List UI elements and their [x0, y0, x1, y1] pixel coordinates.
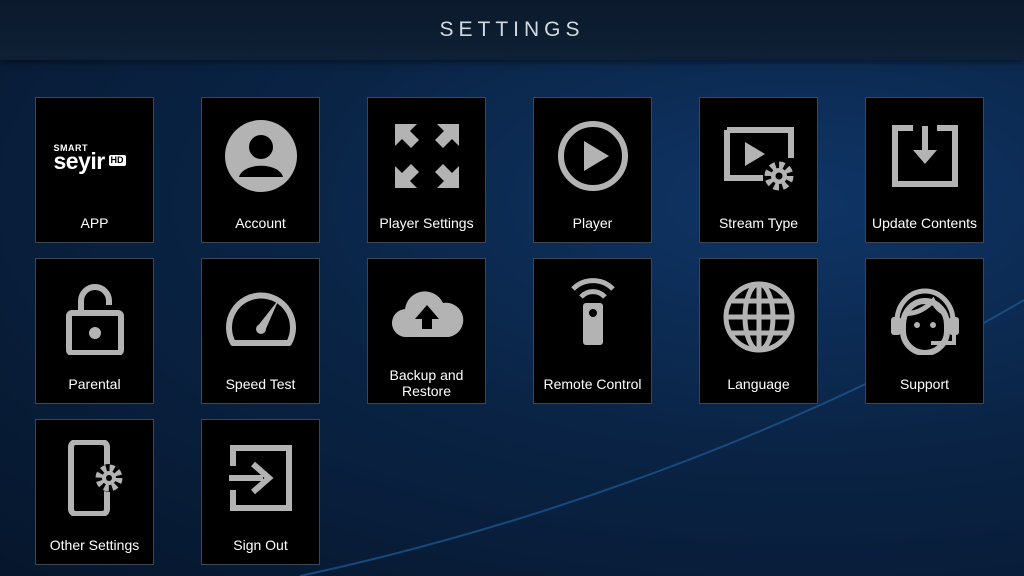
tile-label: APP [80, 215, 109, 231]
header-bar: SETTINGS [0, 0, 1024, 60]
tile-label: Stream Type [718, 215, 799, 231]
expand-arrows-icon [389, 118, 465, 194]
tile-backup-restore[interactable]: Backup and Restore [367, 258, 486, 404]
tile-label: Update Contents [871, 215, 978, 231]
tile-player-settings[interactable]: Player Settings [367, 97, 486, 243]
tile-player[interactable]: Player [533, 97, 652, 243]
tile-app[interactable]: SMART seyir HD APP [35, 97, 154, 243]
tile-label: Parental [68, 376, 121, 392]
app-logo: SMART seyir HD [53, 143, 136, 174]
tile-label: Account [235, 215, 286, 231]
sign-out-icon [223, 440, 299, 516]
tile-speed-test[interactable]: Speed Test [201, 258, 320, 404]
play-circle-icon [555, 118, 631, 194]
page-title: SETTINGS [439, 18, 585, 41]
account-icon [223, 118, 299, 194]
phone-settings-icon [57, 440, 133, 516]
app-logo-main-text: seyir [53, 148, 106, 174]
globe-icon [721, 279, 797, 355]
tile-label: Language [727, 376, 790, 392]
tile-label: Remote Control [543, 376, 642, 392]
tile-label: Support [899, 376, 950, 392]
tile-support[interactable]: Support [865, 258, 984, 404]
tile-label: Sign Out [233, 537, 288, 553]
tile-stream-type[interactable]: Stream Type [699, 97, 818, 243]
app-logo-badge: HD [108, 155, 126, 166]
tile-label: Player [572, 215, 613, 231]
tile-sign-out[interactable]: Sign Out [201, 419, 320, 565]
unlock-icon [57, 279, 133, 355]
tile-account[interactable]: Account [201, 97, 320, 243]
download-box-icon [887, 118, 963, 194]
tile-label: Other Settings [49, 537, 140, 553]
tile-parental[interactable]: Parental [35, 258, 154, 404]
cloud-upload-icon [389, 275, 465, 351]
tile-label: Speed Test [225, 376, 296, 392]
tile-language[interactable]: Language [699, 258, 818, 404]
tile-label: Player Settings [379, 215, 474, 231]
headset-icon [887, 279, 963, 355]
stream-settings-icon [721, 118, 797, 194]
remote-control-icon [555, 271, 631, 347]
tile-label: Backup and Restore [389, 367, 464, 399]
speedometer-icon [223, 279, 299, 355]
tile-update-contents[interactable]: Update Contents [865, 97, 984, 243]
tile-remote-control[interactable]: Remote Control [533, 258, 652, 404]
tile-other-settings[interactable]: Other Settings [35, 419, 154, 565]
